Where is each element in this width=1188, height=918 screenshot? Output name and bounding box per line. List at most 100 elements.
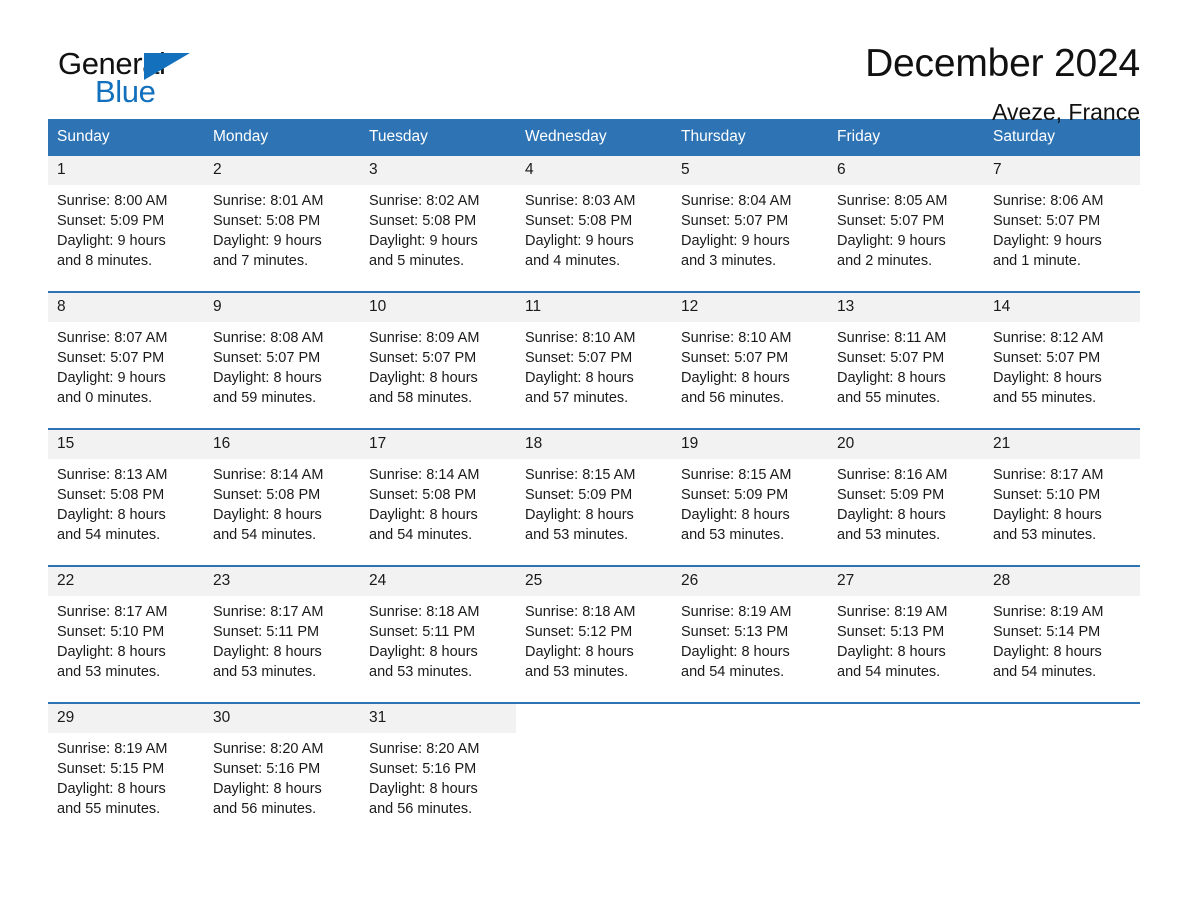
sunset-time: Sunset: 5:09 PM	[681, 486, 789, 503]
sunrise-time: Sunrise: 8:17 AM	[993, 466, 1104, 483]
calendar-day[interactable]: 13 Sunrise: 8:11 AM Sunset: 5:07 PM Dayligh…	[828, 293, 984, 428]
daylight-duration-line1: Daylight: 8 hours	[681, 643, 790, 660]
sunrise-time: Sunrise: 8:00 AM	[57, 192, 168, 209]
calendar-cell: 14 Sunrise: 8:12 AM Sunset: 5:07 PM Dayligh…	[984, 291, 1140, 429]
calendar-day[interactable]: 29 Sunrise: 8:19 AM Sunset: 5:15 PM Dayligh…	[48, 704, 204, 839]
calendar-day[interactable]: 9 Sunrise: 8:08 AM Sunset: 5:07 PM Daylight…	[204, 293, 360, 428]
calendar-day[interactable]: 7 Sunrise: 8:06 AM Sunset: 5:07 PM Daylight…	[984, 156, 1140, 291]
sunrise-time: Sunrise: 8:17 AM	[57, 603, 168, 620]
daylight-duration-line1: Daylight: 8 hours	[837, 643, 946, 660]
day-number: 14	[984, 293, 1140, 322]
calendar-day[interactable]: 30 Sunrise: 8:20 AM Sunset: 5:16 PM Dayligh…	[204, 704, 360, 839]
daylight-duration-line2: and 53 minutes.	[57, 663, 161, 680]
day-number: 3	[360, 156, 516, 185]
weekday-header-tuesday: Tuesday	[360, 119, 516, 156]
calendar-day[interactable]: 11 Sunrise: 8:10 AM Sunset: 5:07 PM Dayligh…	[516, 293, 672, 428]
daylight-duration-line1: Daylight: 9 hours	[837, 232, 946, 249]
sunrise-time: Sunrise: 8:20 AM	[369, 740, 480, 757]
day-number: 10	[360, 293, 516, 322]
calendar-day[interactable]: 28 Sunrise: 8:19 AM Sunset: 5:14 PM Dayligh…	[984, 567, 1140, 702]
calendar-cell: 3 Sunrise: 8:02 AM Sunset: 5:08 PM Daylight…	[360, 156, 516, 292]
daylight-duration-line2: and 55 minutes.	[837, 389, 941, 406]
calendar-day[interactable]: 18 Sunrise: 8:15 AM Sunset: 5:09 PM Dayligh…	[516, 430, 672, 565]
calendar-cell: 13 Sunrise: 8:11 AM Sunset: 5:07 PM Dayligh…	[828, 291, 984, 429]
calendar-day[interactable]: 2 Sunrise: 8:01 AM Sunset: 5:08 PM Daylight…	[204, 156, 360, 291]
weekday-header-sunday: Sunday	[48, 119, 204, 156]
calendar-day[interactable]: 16 Sunrise: 8:14 AM Sunset: 5:08 PM Dayligh…	[204, 430, 360, 565]
location-subtitle: Aveze, France	[992, 98, 1140, 125]
day-sun-info: Sunrise: 8:17 AM Sunset: 5:10 PM Daylight:…	[48, 596, 204, 682]
daylight-duration-line1: Daylight: 9 hours	[993, 232, 1102, 249]
calendar-cell: 19 Sunrise: 8:15 AM Sunset: 5:09 PM Dayligh…	[672, 428, 828, 566]
sunset-time: Sunset: 5:09 PM	[57, 212, 165, 229]
calendar-day[interactable]: 15 Sunrise: 8:13 AM Sunset: 5:08 PM Dayligh…	[48, 430, 204, 565]
calendar-day[interactable]: 10 Sunrise: 8:09 AM Sunset: 5:07 PM Dayligh…	[360, 293, 516, 428]
sunrise-time: Sunrise: 8:15 AM	[525, 466, 636, 483]
day-sun-info: Sunrise: 8:19 AM Sunset: 5:13 PM Daylight:…	[672, 596, 828, 682]
daylight-duration-line2: and 0 minutes.	[57, 389, 153, 406]
general-blue-logo[interactable]: General Blue	[48, 44, 198, 110]
calendar-day[interactable]: 1 Sunrise: 8:00 AM Sunset: 5:09 PM Daylight…	[48, 156, 204, 291]
daylight-duration-line1: Daylight: 8 hours	[369, 780, 478, 797]
sunrise-time: Sunrise: 8:02 AM	[369, 192, 480, 209]
day-sun-info: Sunrise: 8:19 AM Sunset: 5:15 PM Daylight:…	[48, 733, 204, 819]
weekday-header-friday: Friday	[828, 119, 984, 156]
daylight-duration-line2: and 54 minutes.	[369, 526, 473, 543]
sunrise-time: Sunrise: 8:19 AM	[993, 603, 1104, 620]
daylight-duration-line1: Daylight: 8 hours	[681, 506, 790, 523]
day-number: 23	[204, 567, 360, 596]
day-sun-info: Sunrise: 8:05 AM Sunset: 5:07 PM Daylight:…	[828, 185, 984, 271]
day-number: 4	[516, 156, 672, 185]
calendar-day[interactable]: 31 Sunrise: 8:20 AM Sunset: 5:16 PM Dayligh…	[360, 704, 516, 839]
calendar-day[interactable]: 20 Sunrise: 8:16 AM Sunset: 5:09 PM Dayligh…	[828, 430, 984, 565]
calendar-day[interactable]: 6 Sunrise: 8:05 AM Sunset: 5:07 PM Daylight…	[828, 156, 984, 291]
calendar-day[interactable]: 5 Sunrise: 8:04 AM Sunset: 5:07 PM Daylight…	[672, 156, 828, 291]
calendar-day[interactable]: 22 Sunrise: 8:17 AM Sunset: 5:10 PM Dayligh…	[48, 567, 204, 702]
sunset-time: Sunset: 5:07 PM	[369, 349, 477, 366]
calendar-day[interactable]: 12 Sunrise: 8:10 AM Sunset: 5:07 PM Dayligh…	[672, 293, 828, 428]
calendar-day[interactable]: 17 Sunrise: 8:14 AM Sunset: 5:08 PM Dayligh…	[360, 430, 516, 565]
calendar-day[interactable]: 8 Sunrise: 8:07 AM Sunset: 5:07 PM Daylight…	[48, 293, 204, 428]
sunrise-time: Sunrise: 8:05 AM	[837, 192, 948, 209]
calendar-day[interactable]: 14 Sunrise: 8:12 AM Sunset: 5:07 PM Dayligh…	[984, 293, 1140, 428]
calendar-day[interactable]: 3 Sunrise: 8:02 AM Sunset: 5:08 PM Daylight…	[360, 156, 516, 291]
daylight-duration-line2: and 53 minutes.	[213, 663, 317, 680]
day-sun-info: Sunrise: 8:01 AM Sunset: 5:08 PM Daylight:…	[204, 185, 360, 271]
day-number	[984, 704, 1140, 732]
sunrise-time: Sunrise: 8:11 AM	[837, 329, 947, 346]
calendar-day[interactable]: 23 Sunrise: 8:17 AM Sunset: 5:11 PM Dayligh…	[204, 567, 360, 702]
sunset-time: Sunset: 5:07 PM	[57, 349, 165, 366]
day-sun-info: Sunrise: 8:15 AM Sunset: 5:09 PM Daylight:…	[672, 459, 828, 545]
daylight-duration-line1: Daylight: 9 hours	[57, 369, 166, 386]
daylight-duration-line2: and 58 minutes.	[369, 389, 473, 406]
daylight-duration-line2: and 55 minutes.	[57, 800, 161, 817]
day-sun-info	[516, 732, 672, 738]
daylight-duration-line1: Daylight: 8 hours	[213, 643, 322, 660]
calendar-day[interactable]: 27 Sunrise: 8:19 AM Sunset: 5:13 PM Dayligh…	[828, 567, 984, 702]
daylight-duration-line2: and 3 minutes.	[681, 252, 777, 269]
day-number: 2	[204, 156, 360, 185]
calendar-header-row: Sunday Monday Tuesday Wednesday Thursday…	[48, 119, 1140, 156]
calendar-day[interactable]: 24 Sunrise: 8:18 AM Sunset: 5:11 PM Dayligh…	[360, 567, 516, 702]
page-title: December 2024	[865, 42, 1140, 85]
calendar-day-empty	[828, 704, 984, 839]
day-sun-info: Sunrise: 8:07 AM Sunset: 5:07 PM Daylight:…	[48, 322, 204, 408]
sunset-time: Sunset: 5:10 PM	[993, 486, 1101, 503]
sunset-time: Sunset: 5:10 PM	[57, 623, 165, 640]
day-number: 21	[984, 430, 1140, 459]
calendar-day[interactable]: 4 Sunrise: 8:03 AM Sunset: 5:08 PM Daylight…	[516, 156, 672, 291]
daylight-duration-line2: and 53 minutes.	[993, 526, 1097, 543]
calendar-day[interactable]: 25 Sunrise: 8:18 AM Sunset: 5:12 PM Dayligh…	[516, 567, 672, 702]
daylight-duration-line2: and 53 minutes.	[681, 526, 785, 543]
calendar-day[interactable]: 19 Sunrise: 8:15 AM Sunset: 5:09 PM Dayligh…	[672, 430, 828, 565]
day-number: 22	[48, 567, 204, 596]
daylight-duration-line1: Daylight: 8 hours	[993, 506, 1102, 523]
day-number: 9	[204, 293, 360, 322]
calendar-day[interactable]: 26 Sunrise: 8:19 AM Sunset: 5:13 PM Dayligh…	[672, 567, 828, 702]
day-sun-info: Sunrise: 8:09 AM Sunset: 5:07 PM Daylight:…	[360, 322, 516, 408]
daylight-duration-line1: Daylight: 8 hours	[681, 369, 790, 386]
calendar-day[interactable]: 21 Sunrise: 8:17 AM Sunset: 5:10 PM Dayligh…	[984, 430, 1140, 565]
sunset-time: Sunset: 5:07 PM	[681, 212, 789, 229]
calendar-cell	[828, 702, 984, 839]
calendar-body: 1 Sunrise: 8:00 AM Sunset: 5:09 PM Daylight…	[48, 156, 1140, 839]
